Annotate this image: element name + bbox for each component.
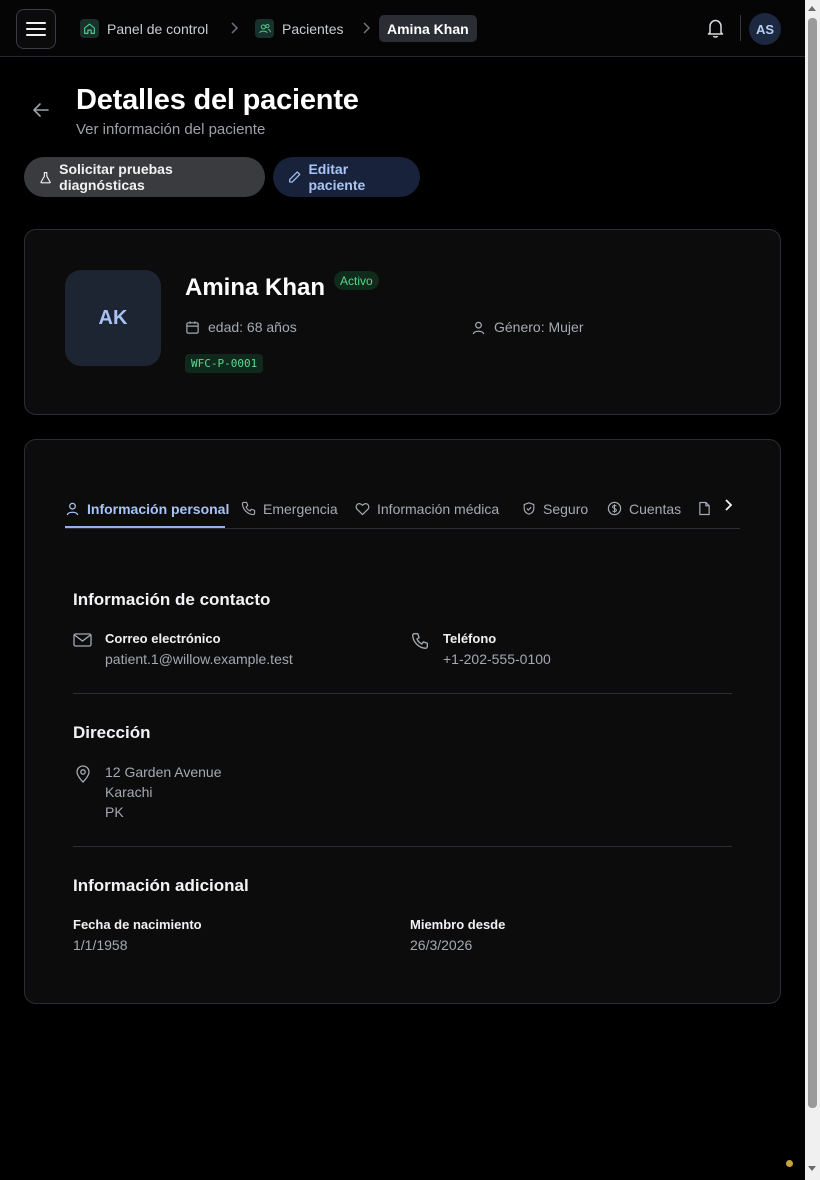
patient-gender: Género: Mujer bbox=[471, 319, 583, 335]
patient-avatar: AK bbox=[65, 270, 161, 366]
status-badge: Activo bbox=[334, 271, 379, 290]
request-tests-button[interactable]: Solicitar pruebas diagnósticas bbox=[24, 157, 265, 197]
breadcrumb-current: Amina Khan bbox=[379, 15, 477, 42]
chevron-right-icon bbox=[231, 22, 239, 34]
address-line-2: Karachi bbox=[105, 784, 153, 800]
breadcrumb-home[interactable]: Panel de control bbox=[80, 15, 208, 42]
additional-section-title: Información adicional bbox=[73, 876, 249, 895]
scroll-up-arrow[interactable] bbox=[808, 6, 816, 11]
map-pin-icon bbox=[76, 765, 90, 783]
bell-icon[interactable] bbox=[705, 17, 726, 39]
users-icon bbox=[255, 19, 274, 38]
dob-value: 1/1/1958 bbox=[73, 937, 128, 953]
breadcrumb-home-label: Panel de control bbox=[107, 20, 209, 37]
tab-label: Información médica bbox=[377, 500, 500, 517]
top-bar: Panel de control Pacientes Amina Khan AS bbox=[0, 0, 805, 57]
address-line-1: 12 Garden Avenue bbox=[105, 764, 222, 780]
tab-label: Emergencia bbox=[263, 500, 338, 517]
hamburger-icon bbox=[26, 22, 46, 36]
active-tab-indicator bbox=[65, 526, 225, 528]
tab-personal-info[interactable]: Información personal bbox=[65, 489, 229, 528]
tab-label: Información personal bbox=[87, 500, 230, 517]
status-dot bbox=[786, 1160, 793, 1167]
tab-label: Cuentas bbox=[629, 500, 682, 517]
member-since-value: 26/3/2026 bbox=[410, 937, 473, 953]
calendar-icon bbox=[186, 320, 199, 334]
divider bbox=[740, 15, 741, 41]
breadcrumb-current-label: Amina Khan bbox=[387, 20, 469, 37]
user-avatar[interactable]: AS bbox=[749, 13, 781, 45]
patient-gender-text: Género: Mujer bbox=[494, 319, 584, 335]
breadcrumb-patients-label: Pacientes bbox=[282, 20, 344, 37]
email-label: Correo electrónico bbox=[105, 631, 221, 646]
tab-bar: Información personal Emergencia Informac… bbox=[65, 489, 740, 529]
menu-button[interactable] bbox=[16, 9, 56, 49]
request-tests-label: Solicitar pruebas diagnósticas bbox=[59, 161, 173, 193]
tab-medical-info[interactable]: Información médica bbox=[355, 489, 499, 528]
breadcrumb-patients[interactable]: Pacientes bbox=[255, 15, 343, 42]
phone-icon bbox=[412, 633, 428, 649]
tab-documents[interactable] bbox=[698, 489, 718, 528]
phone-label: Teléfono bbox=[443, 631, 497, 646]
file-icon bbox=[699, 501, 710, 516]
page-subtitle: Ver información del paciente bbox=[76, 121, 266, 138]
contact-section-title: Información de contacto bbox=[73, 590, 271, 609]
pencil-icon bbox=[289, 171, 301, 183]
patient-name: Amina Khan bbox=[185, 274, 326, 301]
phone-value: +1-202-555-0100 bbox=[443, 651, 551, 667]
user-icon bbox=[66, 502, 79, 516]
chevron-right-icon bbox=[363, 22, 371, 34]
tab-emergency[interactable]: Emergencia bbox=[241, 489, 338, 528]
section-divider bbox=[73, 846, 732, 847]
member-since-label: Miembro desde bbox=[410, 917, 506, 932]
user-icon bbox=[472, 321, 485, 334]
tab-insurance[interactable]: Seguro bbox=[522, 489, 588, 528]
patient-age: edad: 68 años bbox=[185, 319, 297, 335]
flask-icon bbox=[40, 171, 51, 183]
scroll-down-arrow[interactable] bbox=[808, 1166, 816, 1171]
tab-label: Seguro bbox=[543, 500, 589, 517]
tab-accounts[interactable]: Cuentas bbox=[607, 489, 681, 528]
mail-icon bbox=[73, 633, 92, 647]
shield-icon bbox=[523, 502, 535, 515]
tabs-scroll-right-button[interactable] bbox=[718, 495, 738, 515]
address-line-3: PK bbox=[105, 804, 124, 820]
edit-patient-label: Editar paciente bbox=[308, 161, 366, 193]
chevron-right-icon bbox=[725, 499, 733, 511]
email-value: patient.1@willow.example.test bbox=[105, 651, 293, 667]
home-icon bbox=[80, 19, 99, 38]
patient-id-badge: WFC-P-0001 bbox=[185, 354, 264, 373]
back-arrow-icon[interactable] bbox=[32, 102, 50, 118]
phone-icon bbox=[241, 501, 256, 516]
dob-label: Fecha de nacimiento bbox=[73, 917, 202, 932]
patient-age-text: edad: 68 años bbox=[208, 319, 297, 335]
dollar-icon bbox=[607, 501, 622, 516]
address-section-title: Dirección bbox=[73, 723, 151, 742]
heart-icon bbox=[355, 502, 370, 515]
edit-patient-button[interactable]: Editar paciente bbox=[273, 157, 420, 197]
scrollbar-thumb[interactable] bbox=[808, 18, 817, 1108]
page-title: Detalles del paciente bbox=[76, 84, 359, 116]
section-divider bbox=[73, 693, 732, 694]
